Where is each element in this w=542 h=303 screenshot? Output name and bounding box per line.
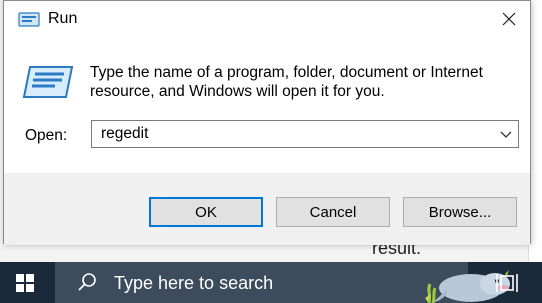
search-placeholder: Type here to search: [114, 273, 274, 293]
title-bar[interactable]: Run: [4, 1, 530, 39]
browse-button[interactable]: Browse...: [403, 197, 517, 227]
ok-button[interactable]: OK: [149, 197, 263, 227]
search-icon: [78, 273, 96, 291]
task-view-icon[interactable]: [494, 270, 520, 296]
taskbar-search-box[interactable]: Type here to search: [55, 262, 510, 303]
open-combobox[interactable]: regedit: [91, 120, 519, 148]
run-app-icon: [22, 66, 74, 98]
dialog-title: Run: [48, 10, 78, 27]
windows-logo-icon: [16, 273, 34, 292]
start-button[interactable]: [0, 262, 50, 303]
taskbar: Type here to search: [0, 262, 542, 303]
open-input[interactable]: regedit: [101, 125, 148, 143]
cancel-button[interactable]: Cancel: [276, 197, 390, 227]
close-icon: [502, 12, 516, 26]
close-button[interactable]: [496, 6, 522, 32]
open-label: Open:: [25, 127, 68, 144]
instruction-text: Type the name of a program, folder, docu…: [90, 64, 483, 100]
chevron-down-icon[interactable]: [500, 129, 512, 139]
run-icon: [18, 12, 40, 27]
